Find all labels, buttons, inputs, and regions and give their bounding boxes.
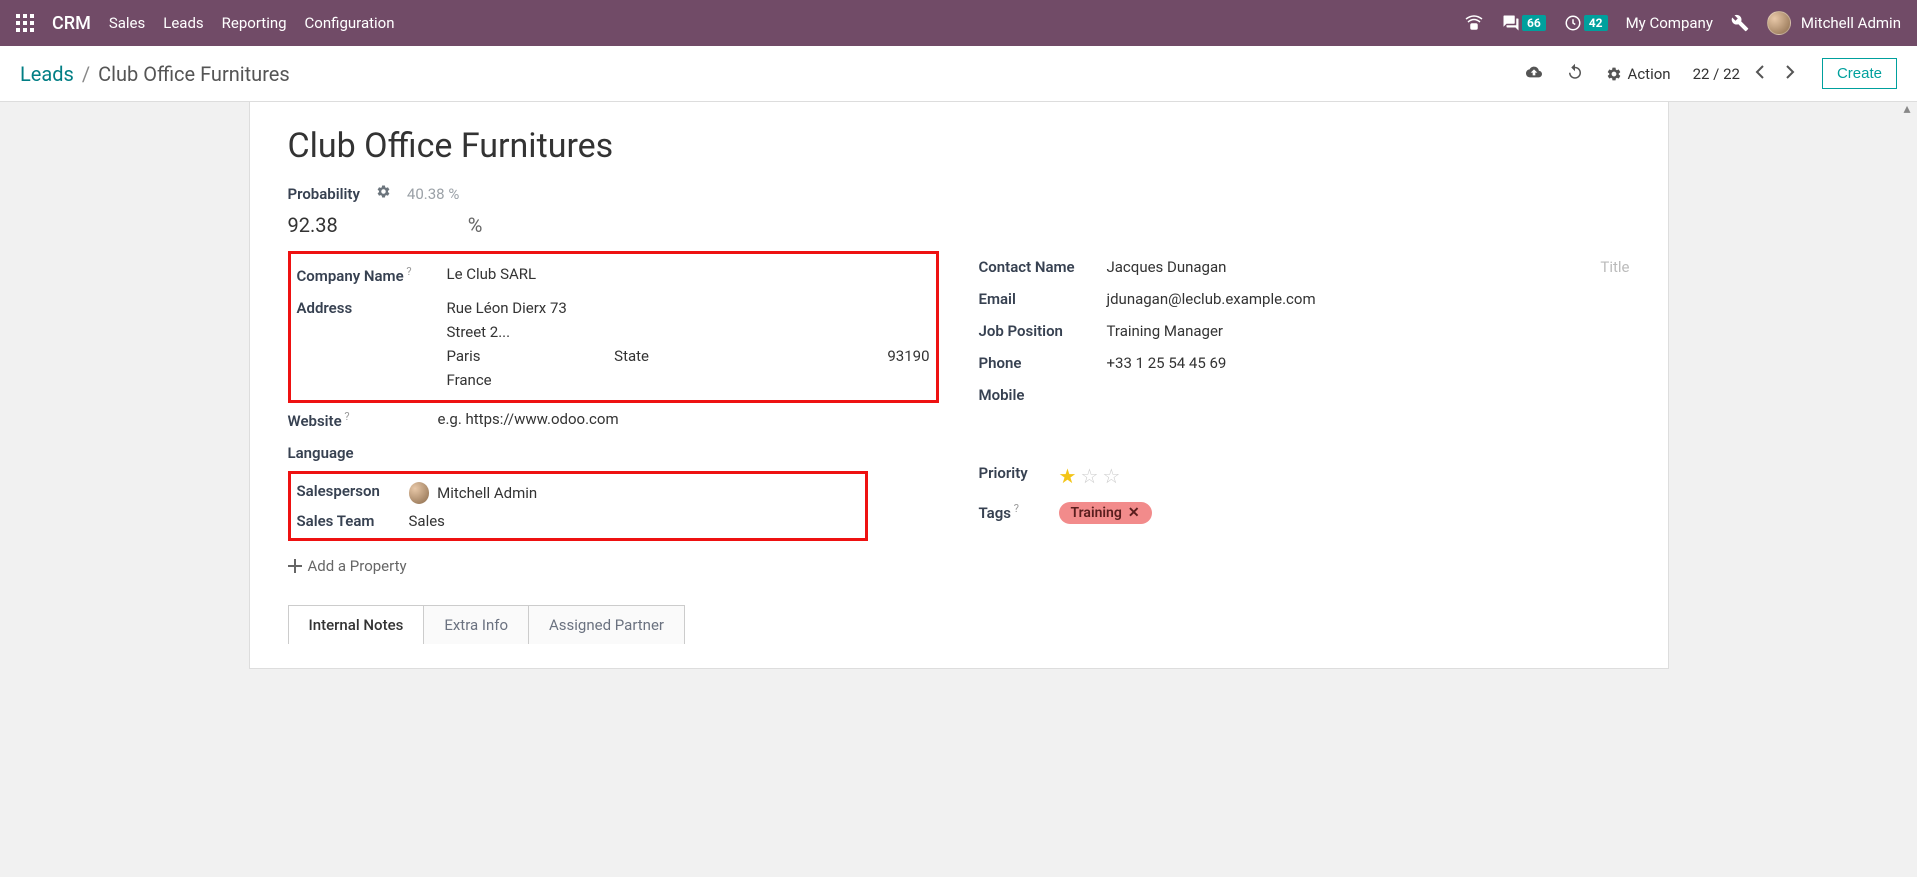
probability-value-row: 92.38 % [288,213,1630,237]
pager-text[interactable]: 22 / 22 [1693,65,1740,83]
nav-sales[interactable]: Sales [109,14,145,32]
discard-icon[interactable] [1566,63,1584,85]
scrollbar[interactable]: ▴ [1899,102,1915,669]
nav-leads[interactable]: Leads [163,14,203,32]
job-position-label: Job Position [979,322,1107,340]
tags-label: Tags ? [979,502,1059,522]
nav-reporting[interactable]: Reporting [222,14,287,32]
salesperson-label: Salesperson [297,482,409,500]
add-property-label: Add a Property [308,557,407,575]
activities-badge: 42 [1584,15,1608,31]
create-button[interactable]: Create [1822,58,1897,89]
job-position-value[interactable]: Training Manager [1107,322,1224,340]
breadcrumb-separator: / [82,62,90,86]
pager-prev-icon[interactable] [1750,61,1770,87]
breadcrumb-current: Club Office Furnitures [98,62,290,86]
salesteam-value[interactable]: Sales [409,512,445,530]
probability-hint: 40.38 % [407,185,459,203]
breadcrumb-root[interactable]: Leads [20,62,74,86]
breadcrumb: Leads / Club Office Furnitures [20,62,290,86]
nav-configuration[interactable]: Configuration [305,14,395,32]
country-input[interactable]: France [447,371,492,389]
city-input[interactable]: Paris [447,347,481,365]
debug-icon[interactable] [1731,14,1749,32]
main-navbar: CRM Sales Leads Reporting Configuration … [0,0,1917,46]
action-dropdown[interactable]: Action [1606,65,1671,83]
navbar-right: 66 42 My Company Mitchell Admin [1464,11,1901,35]
star-2[interactable]: ☆ [1080,464,1098,488]
right-column: Contact Name Jacques Dunagan Title Email… [979,251,1630,577]
user-name-label: Mitchell Admin [1801,14,1901,32]
activities-icon[interactable]: 42 [1564,14,1608,32]
website-label: Website ? [288,410,438,430]
tag-training[interactable]: Training ✕ [1059,502,1152,524]
star-3[interactable]: ☆ [1102,464,1120,488]
gear-icon [1606,66,1622,82]
company-name-label: Company Name ? [297,265,447,285]
tab-internal-notes[interactable]: Internal Notes [288,605,425,644]
salesperson-value[interactable]: Mitchell Admin [437,484,858,502]
salesperson-avatar-icon [409,482,430,504]
messages-icon[interactable]: 66 [1502,14,1546,32]
email-label: Email [979,290,1107,308]
plus-icon [288,559,302,573]
form-tabs: Internal Notes Extra Info Assigned Partn… [288,605,1630,644]
title-input[interactable]: Title [1600,258,1629,276]
tag-training-label: Training [1071,505,1122,521]
language-label: Language [288,444,438,462]
probability-gear-icon[interactable] [376,184,391,203]
street2-input[interactable]: Street 2... [447,323,511,341]
lead-title[interactable]: Club Office Furnitures [288,126,1630,166]
tab-extra-info[interactable]: Extra Info [424,605,529,644]
state-input[interactable]: State [614,347,649,365]
highlight-company-address: Company Name ? Le Club SARL Address Rue … [288,251,939,403]
probability-value[interactable]: 92.38 [288,213,338,237]
priority-stars: ★ ☆ ☆ [1059,464,1630,488]
messages-badge: 66 [1522,15,1546,31]
action-bar: Leads / Club Office Furnitures Action 22… [0,46,1917,102]
contact-name-value[interactable]: Jacques Dunagan [1107,258,1581,276]
probability-label: Probability [288,185,360,203]
tag-remove-icon[interactable]: ✕ [1128,505,1140,521]
cloud-upload-icon[interactable] [1524,64,1544,84]
contact-name-label: Contact Name [979,258,1107,276]
app-brand[interactable]: CRM [52,13,91,34]
form-sheet: Club Office Furnitures Probability 40.38… [249,102,1669,669]
pager: 22 / 22 [1693,61,1800,87]
website-input[interactable]: e.g. https://www.odoo.com [438,410,619,428]
phone-label: Phone [979,354,1107,372]
phone-value[interactable]: +33 1 25 54 45 69 [1107,354,1227,372]
apps-icon[interactable] [16,14,34,32]
email-value[interactable]: jdunagan@leclub.example.com [1107,290,1316,308]
scroll-up-icon[interactable]: ▴ [1902,104,1912,114]
company-switcher[interactable]: My Company [1626,14,1713,32]
company-name-value[interactable]: Le Club SARL [447,265,537,283]
navbar-left: CRM Sales Leads Reporting Configuration [16,13,395,34]
salesteam-label: Sales Team [297,512,409,530]
star-1[interactable]: ★ [1059,464,1077,488]
action-right: Action 22 / 22 Create [1524,58,1897,89]
user-avatar-icon [1767,11,1791,35]
action-dropdown-label: Action [1628,65,1671,83]
street-input[interactable]: Rue Léon Dierx 73 [447,299,567,317]
highlight-salesperson-team: Salesperson Mitchell Admin Sales Team Sa… [288,471,868,541]
pager-next-icon[interactable] [1780,61,1800,87]
mobile-label: Mobile [979,386,1107,404]
phone-icon[interactable] [1464,15,1484,31]
user-menu[interactable]: Mitchell Admin [1767,11,1901,35]
probability-row: Probability 40.38 % [288,184,1630,203]
left-column: Company Name ? Le Club SARL Address Rue … [288,251,939,577]
zip-input[interactable]: 93190 [887,347,929,365]
priority-label: Priority [979,464,1059,482]
tab-assigned-partner[interactable]: Assigned Partner [529,605,685,644]
add-property-button[interactable]: Add a Property [288,557,407,575]
address-label: Address [297,299,447,317]
percent-sign: % [468,213,483,237]
